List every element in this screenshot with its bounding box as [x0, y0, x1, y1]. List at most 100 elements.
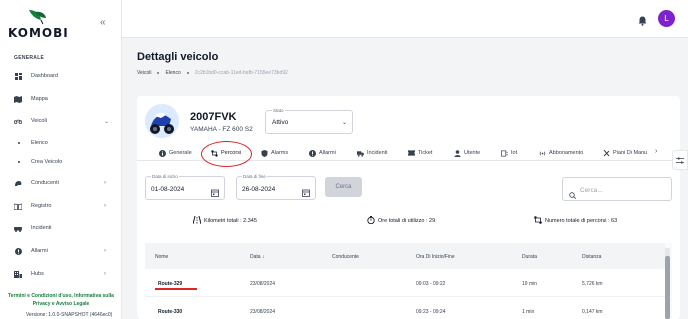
route-icon — [534, 216, 542, 226]
user-avatar[interactable]: L — [658, 10, 675, 27]
tab-label: Abbonamento — [549, 150, 584, 156]
cell-time: 09:23 - 09:24 — [416, 309, 446, 315]
column-header-nome[interactable]: Nome — [155, 254, 168, 260]
column-header-data[interactable]: Data ↓ — [250, 254, 264, 260]
cell-duration: 19 min — [522, 281, 538, 287]
sidebar-item-conducenti[interactable]: Conducenti › — [0, 176, 122, 190]
tab-alarms[interactable]: Alarms — [261, 148, 288, 158]
ticket-icon — [408, 150, 415, 157]
map-icon — [14, 95, 22, 103]
tab-label: Utente — [464, 150, 481, 156]
tab-piani-di-manutenzione[interactable]: Piani Di Manu — [603, 148, 647, 158]
sidebar-item-label: Allarmi — [31, 248, 48, 254]
sidebar-item-label: Mappa — [31, 96, 48, 102]
status-label: Stato — [272, 108, 285, 113]
breadcrumb-elenco[interactable]: Elenco — [165, 70, 180, 76]
motorcycle-icon — [14, 117, 22, 125]
tab-utente[interactable]: Utente — [454, 148, 480, 158]
sidebar-item-dashboard[interactable]: Dashboard — [0, 69, 122, 83]
cell-name: Route-329 — [158, 281, 183, 287]
stopwatch-icon — [367, 216, 375, 226]
iot-icon — [501, 150, 508, 157]
sidebar-item-elenco[interactable]: Elenco — [0, 137, 122, 149]
sidebar-item-mappa[interactable]: Mappa — [0, 92, 122, 106]
sidebar-item-label: Hubs — [31, 271, 44, 277]
search-input[interactable] — [580, 184, 668, 196]
sidebar-item-label: Conducenti — [31, 180, 59, 186]
tab-label: Incidenti — [367, 150, 388, 156]
terms-privacy-link[interactable]: Termini e Condizioni d'uso, Informativa … — [4, 292, 118, 308]
tab-ticket[interactable]: Ticket — [408, 148, 432, 158]
chevron-right-icon[interactable]: › — [655, 148, 657, 155]
breadcrumb: Veicoli Elenco 2c2b1bd0-ccab-11ed-bafb-7… — [137, 70, 288, 76]
stat-total-km: Kilometri totali : 2.345 — [192, 215, 257, 226]
column-header-distanza[interactable]: Distanza — [582, 254, 601, 260]
routes-table: Nome Data ↓ Conducente Ora Di Inizio/Fin… — [145, 243, 672, 319]
sidebar-section-label: GENERALE — [14, 55, 45, 61]
sidebar-item-crea-veicolo[interactable]: Crea Veicolo — [0, 156, 122, 168]
tab-abbonamento[interactable]: Abbonamento — [539, 148, 583, 158]
tab-incidenti[interactable]: Incidenti — [357, 148, 388, 158]
tab-iot[interactable]: Iot — [501, 148, 517, 158]
start-date-label: Data di inizio — [151, 174, 179, 179]
column-header-ora[interactable]: Ora Di Inizio/Fine — [416, 254, 455, 260]
info-icon — [159, 149, 166, 157]
cell-distance: 5,726 km — [582, 281, 603, 287]
table-scrollbar[interactable] — [665, 248, 670, 319]
sidebar-item-hubs[interactable]: Hubs › — [0, 267, 122, 281]
collapse-sidebar-icon[interactable]: « — [100, 17, 106, 28]
table-row[interactable]: Route-330 23/08/2024 09:23 - 09:24 1 min… — [145, 297, 665, 319]
tab-generale[interactable]: Generale — [159, 148, 192, 158]
sidebar-item-label: Elenco — [31, 140, 48, 146]
sidebar-item-registro[interactable]: Registro › — [0, 199, 122, 213]
notification-bell-icon[interactable] — [638, 13, 647, 31]
breadcrumb-separator — [157, 72, 160, 74]
chevron-down-icon: ⌄ — [104, 118, 110, 125]
sidebar-item-veicoli[interactable]: Veicoli ⌄ — [0, 114, 122, 128]
breadcrumb-separator — [186, 72, 189, 74]
page-title: Dettagli veicolo — [137, 51, 219, 63]
end-date-value: 26-08-2024 — [242, 186, 276, 193]
calendar-icon[interactable] — [302, 184, 310, 202]
sidebar-item-incidenti[interactable]: Incidenti — [0, 221, 122, 235]
status-select[interactable]: Stato Attivo ⌄ — [265, 108, 353, 134]
start-date-field[interactable]: Data di inizio 01-08-2024 — [145, 174, 225, 202]
sort-down-icon: ↓ — [261, 254, 265, 260]
wrench-icon — [603, 149, 610, 157]
chevron-down-icon: ⌄ — [341, 120, 347, 126]
column-header-durata[interactable]: Durata — [522, 254, 537, 260]
komobi-logo[interactable]: KOMOBI — [8, 8, 70, 40]
calendar-icon[interactable] — [211, 184, 219, 202]
version-label: Versione: 1.0.0-SNAPSHOT (4646ec0) — [26, 312, 113, 318]
cerca-button[interactable]: Cerca — [325, 177, 362, 197]
chevron-right-icon: › — [104, 180, 106, 186]
column-header-conducente[interactable]: Conducente — [332, 254, 359, 260]
tab-label: Generale — [169, 150, 192, 156]
tab-label: Iot — [511, 150, 518, 156]
bullet-icon — [18, 161, 20, 163]
road-icon — [192, 215, 202, 226]
topbar: L — [122, 0, 688, 38]
breadcrumb-veicoli[interactable]: Veicoli — [137, 70, 151, 76]
sidebar-item-allarmi[interactable]: Allarmi › — [0, 244, 122, 258]
shield-icon — [261, 149, 268, 157]
stat-total-routes: Numero totale di percorsi : 63 — [534, 216, 617, 226]
search-field[interactable] — [562, 177, 672, 201]
tab-allarmi[interactable]: Allarmi — [309, 148, 336, 158]
sidebar-item-label: Dashboard — [31, 73, 58, 79]
user-icon — [454, 149, 461, 157]
driver-icon — [14, 179, 22, 187]
active-tab-highlight-annotation — [201, 141, 252, 167]
status-value: Attivo — [272, 119, 289, 126]
end-date-field[interactable]: Data di fine 26-08-2024 — [236, 174, 316, 202]
cell-distance: 0,147 km — [582, 309, 603, 315]
sidebar-item-label: Veicoli — [31, 118, 47, 124]
stat-total-hours: Ore totali di utilizzo : 29 — [367, 216, 435, 226]
scrollbar-thumb[interactable] — [665, 256, 670, 319]
tab-label: Ticket — [418, 150, 433, 156]
settings-sliders-icon[interactable] — [672, 150, 688, 170]
cell-name: Route-330 — [158, 309, 183, 315]
cell-duration: 1 min — [522, 309, 535, 315]
table-row[interactable]: Route-329 23/08/2024 09:03 - 09:22 19 mi… — [145, 269, 665, 297]
route-highlight-underline — [155, 288, 197, 290]
